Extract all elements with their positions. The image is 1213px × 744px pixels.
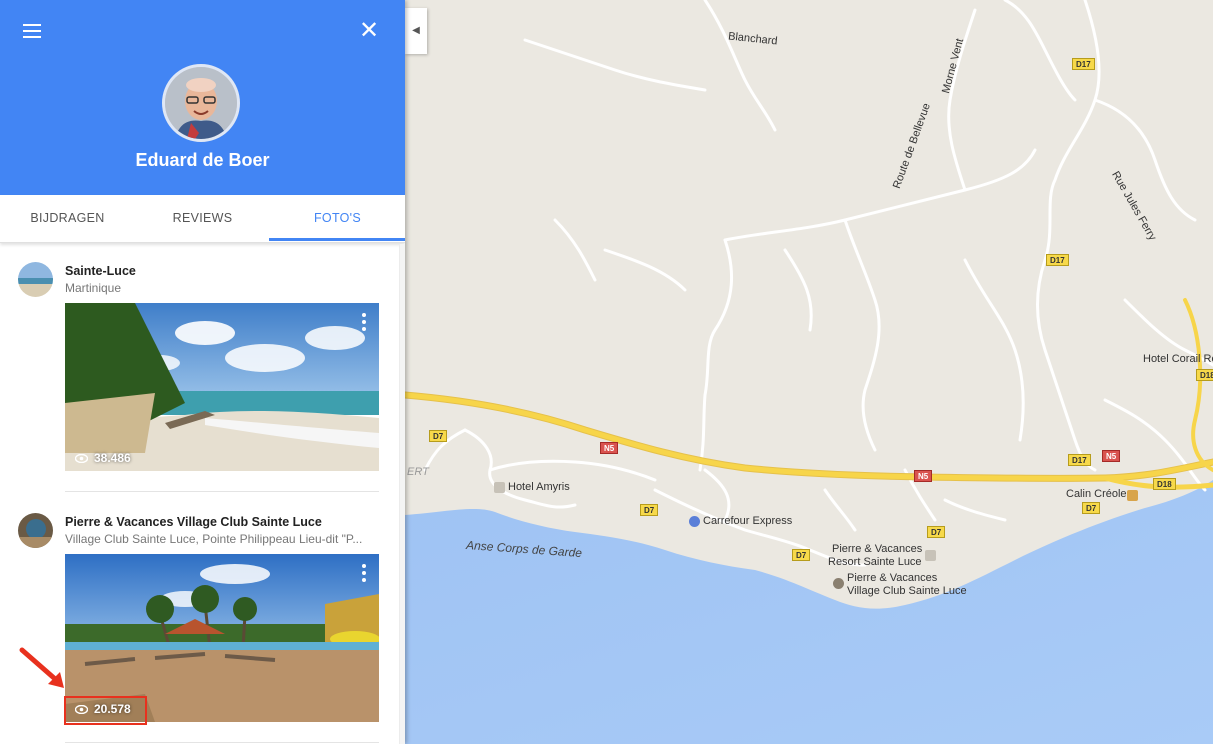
close-icon: ✕ [358,17,380,44]
restaurant-icon[interactable] [1127,490,1138,501]
place-title[interactable]: Pierre & Vacances Village Club Sainte Lu… [65,515,322,529]
eye-icon [75,453,88,463]
road-badge-n5: N5 [1102,450,1121,462]
photo-card[interactable]: 38.486 [65,303,379,471]
hotel-icon[interactable] [494,482,505,493]
map-canvas[interactable] [405,0,1213,744]
divider [65,491,379,492]
app: Blanchard Morne Vent Route de Bellevue R… [0,0,1213,744]
more-vert-icon[interactable] [361,564,367,582]
tab-fotos[interactable]: FOTO'S [270,195,405,243]
place-subtitle: Martinique [65,281,122,295]
road-badge-d7: D7 [927,526,946,538]
road-badge-d7: D7 [429,430,448,442]
tab-reviews[interactable]: REVIEWS [135,195,270,243]
road-badge-d17: D17 [1072,58,1095,70]
shopping-icon[interactable] [689,516,700,527]
avatar [162,64,240,142]
divider [65,742,379,743]
more-vert-icon[interactable] [361,313,367,331]
road-badge-d17: D17 [1046,254,1069,266]
road-badge-d17: D17 [1068,454,1091,466]
avatar-photo [165,67,237,139]
road-badge-n5: N5 [914,470,933,482]
annotation-arrow [19,647,64,688]
place-label-hotel-corail[interactable]: Hotel Corail Re [1143,353,1213,365]
place-label-pierre-vacances-village-1[interactable]: Pierre & Vacances [847,572,937,584]
place-label-partial: ERT [407,466,429,478]
menu-icon [23,24,41,26]
place-label-calin-creole[interactable]: Calin Créole [1066,488,1127,500]
tabs: BIJDRAGEN REVIEWS FOTO'S [0,195,405,243]
place-thumbnail[interactable] [18,513,53,548]
road-badge-d7: D7 [1082,502,1101,514]
road-badge-d7: D7 [640,504,659,516]
contributor-panel: ✕ Eduard de Boer BIJDRAGEN REVIEWS FOTO'… [0,0,405,744]
chevron-left-icon: ◀ [412,25,420,36]
view-count: 38.486 [75,451,131,465]
tab-bijdragen[interactable]: BIJDRAGEN [0,195,135,243]
hotel-icon[interactable] [925,550,936,561]
place-title[interactable]: Sainte-Luce [65,264,136,278]
place-subtitle: Village Club Sainte Luce, Pointe Philipp… [65,532,363,546]
place-label-carrefour-express[interactable]: Carrefour Express [703,515,792,527]
view-count-value: 38.486 [94,451,131,465]
place-label-pierre-vacances-resort-2[interactable]: Resort Sainte Luce [828,556,922,568]
road-badge-d18: D18 [1196,369,1213,381]
place-thumbnail-image [18,262,53,297]
highlight-box [64,696,147,725]
road-badge-n5: N5 [600,442,619,454]
menu-button[interactable] [21,21,45,41]
place-thumbnail-image [18,513,53,548]
beach-photo [65,303,379,471]
profile-header: ✕ Eduard de Boer [0,0,405,195]
close-button[interactable]: ✕ [356,18,382,44]
road-badge-d7: D7 [792,549,811,561]
place-label-hotel-amyris[interactable]: Hotel Amyris [508,481,570,493]
menu-icon-line [23,36,41,38]
profile-name: Eduard de Boer [135,150,270,170]
menu-icon-line [23,30,41,32]
place-thumbnail[interactable] [18,262,53,297]
place-label-pierre-vacances-village-2[interactable]: Village Club Sainte Luce [847,585,967,597]
resort-icon[interactable] [833,578,844,589]
place-label-pierre-vacances-resort-1[interactable]: Pierre & Vacances [832,543,922,555]
active-tab-indicator [269,238,405,241]
collapse-panel-button[interactable]: ◀ [405,8,427,54]
road-badge-d18: D18 [1153,478,1176,490]
map[interactable]: Blanchard Morne Vent Route de Bellevue R… [405,0,1213,744]
scrollbar[interactable] [399,244,405,744]
